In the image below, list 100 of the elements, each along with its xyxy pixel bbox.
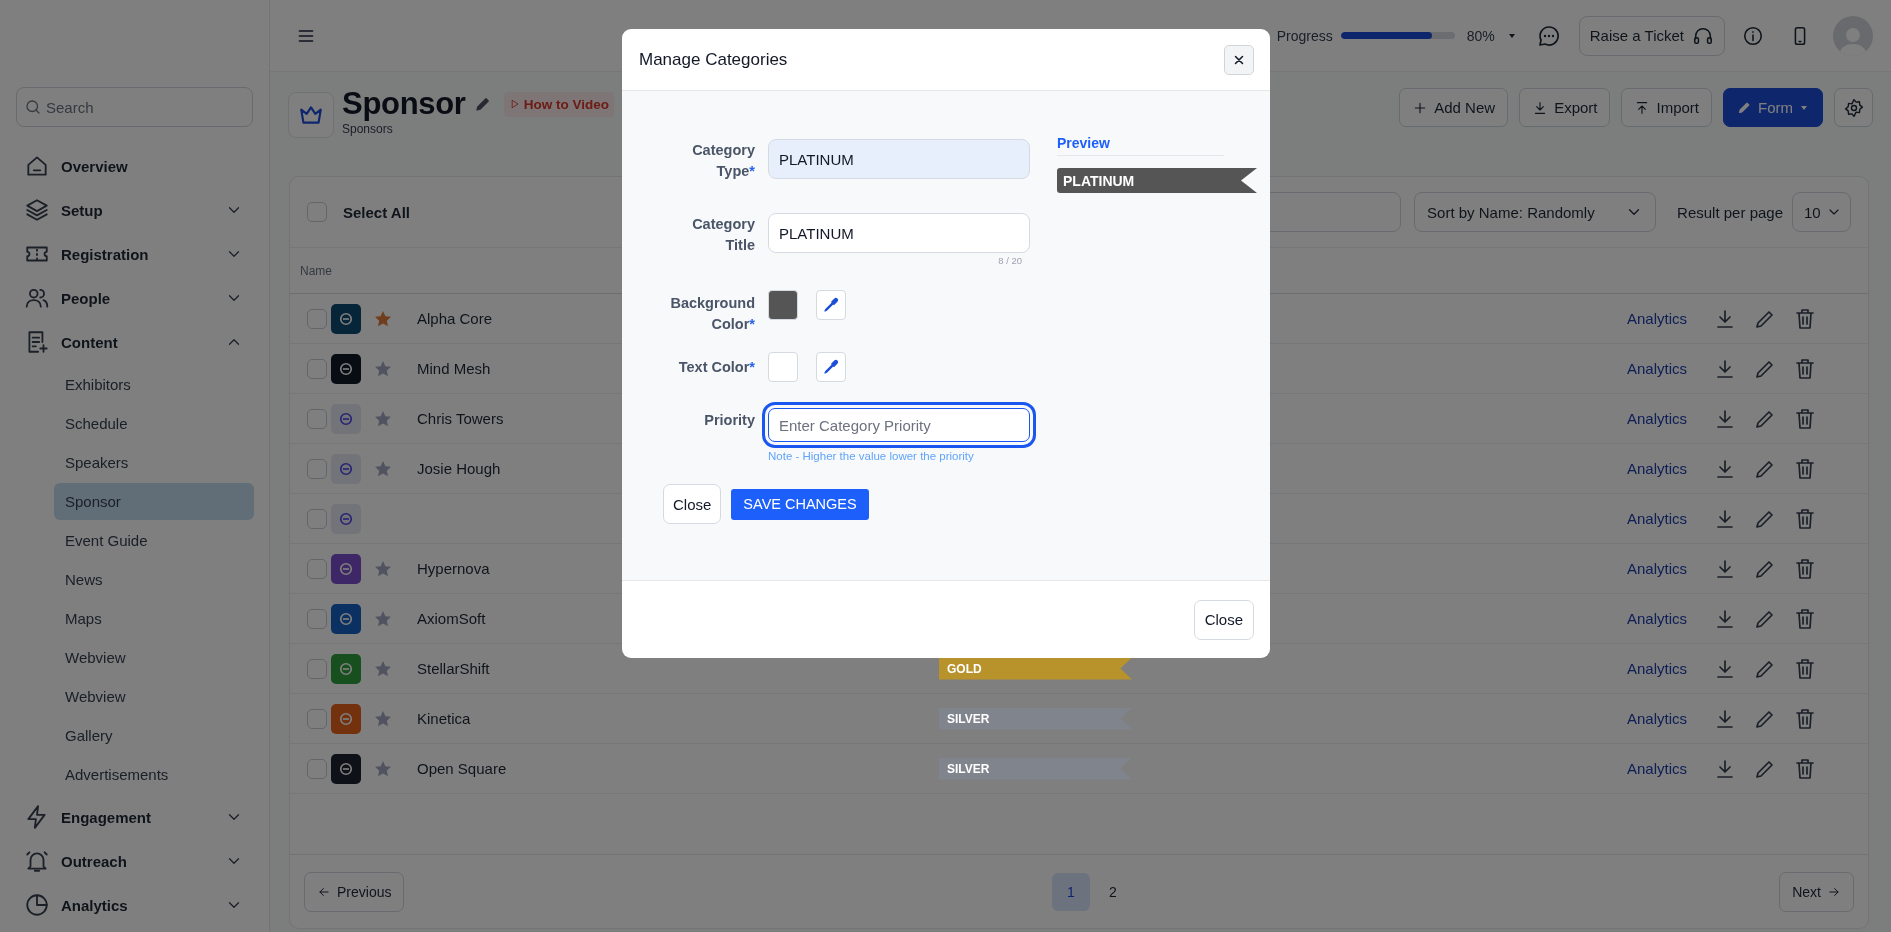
sidebar-item[interactable]: Setup [0,188,269,232]
sidebar-item[interactable]: People [0,276,269,320]
info-icon [1742,24,1764,47]
raise-ticket-button[interactable]: Raise a Ticket [1578,15,1725,56]
search-icon [24,98,42,116]
delete-button[interactable] [1793,656,1817,681]
delete-button[interactable] [1793,406,1817,431]
sponsor-name: Chris Towers [417,409,504,427]
category-badge: SILVER [939,707,1132,730]
settings-icon [1843,97,1864,118]
delete-button[interactable] [1793,506,1817,531]
analytics-link[interactable]: Analytics [1626,610,1687,627]
delete-button[interactable] [1793,756,1817,781]
sidebar-item[interactable]: Overview [0,144,269,188]
previous-button[interactable]: Previous [304,871,405,912]
checkbox[interactable] [307,508,327,529]
trash-icon [1793,356,1817,381]
page-button[interactable]: 1 [1051,872,1090,911]
delete-button[interactable] [1793,356,1817,381]
sort-dropdown[interactable]: Sort by Name: Randomly [1414,192,1657,232]
eyedropper-button[interactable] [816,290,846,320]
search-field[interactable]: Search [16,87,253,127]
category-type-field[interactable]: PLATINUM [768,139,1030,179]
logo-icon [331,403,361,434]
checkbox[interactable] [307,358,327,379]
trash-icon [1793,756,1817,781]
sidebar-subitem[interactable]: Speakers [54,444,254,481]
sidebar-item[interactable]: Engagement [0,795,269,839]
delete-button[interactable] [1793,556,1817,581]
form-button[interactable]: Form [1723,88,1823,127]
next-button[interactable]: Next [1779,871,1854,912]
sidebar-subitem[interactable]: Webview [54,678,254,715]
sidebar-subitem[interactable]: Schedule [54,405,254,442]
sidebar-subitem[interactable]: Exhibitors [54,366,254,403]
checkbox[interactable] [307,202,327,222]
how-to-video-link[interactable]: How to Video [503,91,614,117]
delete-button[interactable] [1793,606,1817,631]
sidebar-subitem[interactable]: Webview [54,639,254,676]
progress-label: Progress [1276,27,1333,44]
checkbox[interactable] [307,408,327,429]
save-changes-button[interactable]: SAVE CHANGES [731,488,869,520]
checkbox[interactable] [307,658,327,679]
close-button[interactable] [1224,44,1254,75]
crown-icon [288,92,334,138]
delete-button[interactable] [1793,456,1817,481]
analytics-link[interactable]: Analytics [1626,710,1687,727]
preview-heading: Preview [1057,135,1224,156]
analytics-link[interactable]: Analytics [1626,660,1687,677]
trash-icon [1793,556,1817,581]
trash-icon [1793,506,1817,531]
analytics-link[interactable]: Analytics [1626,360,1687,377]
checkbox[interactable] [307,308,327,329]
action-button[interactable]: Export [1519,88,1611,127]
sidebar-item[interactable]: Analytics [0,883,269,927]
eyedropper-button[interactable] [816,352,846,382]
logo-icon [331,503,361,534]
sidebar-subitem[interactable]: Sponsor [54,483,254,520]
checkbox[interactable] [307,608,327,629]
category-badge: SILVER [939,757,1132,780]
checkbox[interactable] [307,458,327,479]
sidebar-subitem[interactable]: Advertisements [54,756,254,793]
sidebar-item[interactable]: Outreach [0,839,269,883]
logo-icon [331,603,361,634]
analytics-link[interactable]: Analytics [1626,560,1687,577]
sidebar-subitem[interactable]: Event Guide [54,522,254,559]
color-swatch[interactable] [768,290,798,320]
checkbox[interactable] [307,558,327,579]
color-swatch[interactable] [768,352,798,382]
sidebar-subitem[interactable]: Gallery [54,717,254,754]
delete-button[interactable] [1793,306,1817,331]
select-all-label: Select All [343,203,410,221]
progress-reading: 80% [1466,27,1495,44]
sidebar-item[interactable]: Content [0,320,269,364]
logo-icon [331,353,361,384]
action-button[interactable]: Import [1621,88,1712,127]
sidebar-subitem[interactable]: News [54,561,254,598]
close-button[interactable]: Close [1193,599,1254,640]
per-page-label: Result per page [1677,203,1783,221]
sidebar-subitem[interactable]: Maps [54,600,254,637]
analytics-link[interactable]: Analytics [1626,310,1687,327]
analytics-link[interactable]: Analytics [1626,510,1687,527]
checkbox[interactable] [307,758,327,779]
category-title-field[interactable]: PLATINUM [768,213,1030,253]
bell-icon [24,848,50,874]
action-button[interactable]: Add New [1399,88,1509,127]
sidebar-item[interactable]: Registration [0,232,269,276]
logo-icon [331,453,361,484]
page-button[interactable]: 2 [1093,872,1132,911]
analytics-link[interactable]: Analytics [1626,760,1687,777]
delete-button[interactable] [1793,706,1817,731]
close-button[interactable]: Close [663,484,722,524]
trash-icon [1793,406,1817,431]
analytics-link[interactable]: Analytics [1626,460,1687,477]
analytics-link[interactable]: Analytics [1626,410,1687,427]
page-subtitle: Sponsors [342,122,394,136]
checkbox[interactable] [307,708,327,729]
per-page-dropdown[interactable]: 10 [1792,192,1851,232]
field-label: Category Type* [691,141,755,181]
settings-button[interactable] [1834,88,1873,127]
page-title: Sponsor [342,86,466,122]
